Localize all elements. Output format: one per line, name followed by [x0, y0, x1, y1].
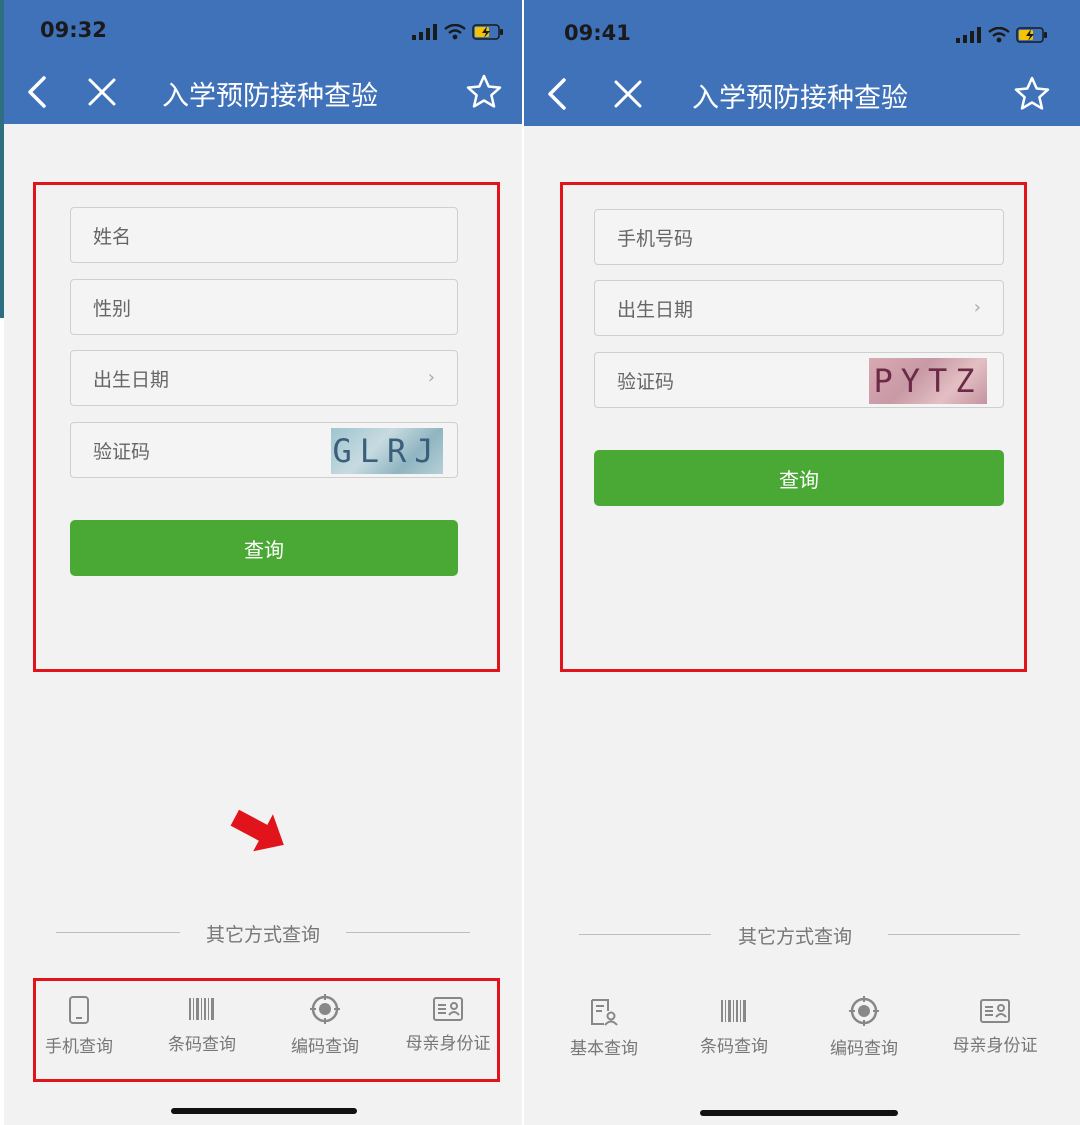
query-button-label: 查询 — [244, 537, 284, 562]
phone-icon — [69, 996, 89, 1024]
captcha-code: PYTZ — [873, 362, 983, 400]
star-outline-icon[interactable] — [464, 72, 504, 112]
signal-icon — [956, 27, 981, 43]
chevron-right-icon: › — [973, 297, 981, 318]
page-title: 入学预防接种查验 — [162, 81, 378, 112]
barcode-icon — [189, 998, 214, 1020]
birthdate-placeholder: 出生日期 — [617, 299, 694, 321]
other-methods-title: 其它方式查询 — [206, 924, 321, 946]
document-user-icon — [591, 999, 618, 1026]
captcha-placeholder: 验证码 — [617, 371, 675, 393]
name-placeholder: 姓名 — [93, 226, 132, 248]
query-button[interactable]: 查询 — [70, 520, 458, 576]
captcha-code: GLRJ — [332, 432, 442, 470]
method-label: 编码查询 — [830, 1039, 898, 1059]
star-outline-icon[interactable] — [1012, 74, 1052, 114]
target-icon — [310, 994, 340, 1024]
captcha-field[interactable]: 验证码 GLRJ — [70, 422, 458, 478]
back-chevron-icon[interactable] — [538, 74, 578, 114]
captcha-field[interactable]: 验证码 PYTZ — [594, 352, 1004, 408]
barcode-icon — [721, 1000, 746, 1022]
status-icons — [956, 25, 1048, 45]
divider-line-right — [888, 934, 1020, 935]
phone-number-placeholder: 手机号码 — [617, 228, 694, 250]
captcha-placeholder: 验证码 — [93, 441, 151, 463]
left-phone-screen: 09:32 入学预防接种查验 姓名 性别 出生日期 › 验证码 GLRJ 查询 … — [4, 0, 522, 1125]
method-barcode-query[interactable]: 条码查询 — [674, 998, 794, 1057]
home-indicator[interactable] — [700, 1110, 898, 1116]
name-field[interactable]: 姓名 — [70, 207, 458, 263]
method-mother-id[interactable]: 母亲身份证 — [388, 997, 508, 1054]
gender-field[interactable]: 性别 — [70, 279, 458, 335]
signal-icon — [412, 24, 437, 40]
birthdate-placeholder: 出生日期 — [93, 369, 170, 391]
status-time: 09:41 — [564, 21, 631, 45]
method-basic-query[interactable]: 基本查询 — [544, 998, 664, 1059]
id-card-icon — [433, 997, 463, 1021]
id-card-icon — [980, 999, 1010, 1023]
wifi-icon — [988, 27, 1010, 43]
birthdate-field[interactable]: 出生日期 › — [594, 280, 1004, 336]
battery-charging-icon — [472, 24, 503, 40]
method-code-query[interactable]: 编码查询 — [804, 996, 924, 1059]
gender-placeholder: 性别 — [93, 298, 132, 320]
top-bar: 09:41 入学预防接种查验 — [524, 0, 1080, 126]
target-icon — [849, 996, 879, 1026]
birthdate-field[interactable]: 出生日期 › — [70, 350, 458, 406]
method-label: 母亲身份证 — [405, 1034, 491, 1054]
method-label: 条码查询 — [168, 1035, 236, 1055]
right-phone-screen: 09:41 入学预防接种查验 手机号码 出生日期 › 验证码 PYTZ 查询 其… — [524, 0, 1080, 1125]
battery-charging-icon — [1016, 27, 1047, 43]
status-time: 09:32 — [40, 18, 107, 42]
divider-line-left — [579, 934, 711, 935]
home-indicator[interactable] — [171, 1108, 357, 1114]
query-button[interactable]: 查询 — [594, 450, 1004, 506]
back-chevron-icon[interactable] — [18, 72, 58, 112]
divider-line-left — [56, 932, 180, 933]
page-title: 入学预防接种查验 — [692, 83, 908, 114]
method-phone-query[interactable]: 手机查询 — [19, 996, 139, 1057]
red-arrow-icon — [230, 809, 284, 852]
method-label: 基本查询 — [570, 1039, 638, 1059]
method-mother-id[interactable]: 母亲身份证 — [935, 999, 1055, 1056]
method-barcode-query[interactable]: 条码查询 — [142, 996, 262, 1055]
divider-line-right — [346, 932, 470, 933]
method-code-query[interactable]: 编码查询 — [265, 994, 385, 1057]
captcha-image[interactable]: PYTZ — [869, 358, 987, 404]
method-label: 编码查询 — [291, 1037, 359, 1057]
method-label: 条码查询 — [700, 1037, 768, 1057]
method-label: 手机查询 — [45, 1037, 113, 1057]
other-methods-title: 其它方式查询 — [738, 926, 853, 948]
background-strip — [0, 0, 4, 318]
wifi-icon — [444, 24, 466, 40]
chevron-right-icon: › — [427, 367, 435, 388]
close-icon[interactable] — [82, 72, 122, 112]
phone-number-field[interactable]: 手机号码 — [594, 209, 1004, 265]
close-icon[interactable] — [608, 74, 648, 114]
method-label: 母亲身份证 — [952, 1036, 1038, 1056]
query-button-label: 查询 — [779, 467, 819, 492]
status-icons — [412, 22, 504, 42]
top-bar: 09:32 入学预防接种查验 — [4, 0, 522, 124]
captcha-image[interactable]: GLRJ — [331, 428, 443, 474]
